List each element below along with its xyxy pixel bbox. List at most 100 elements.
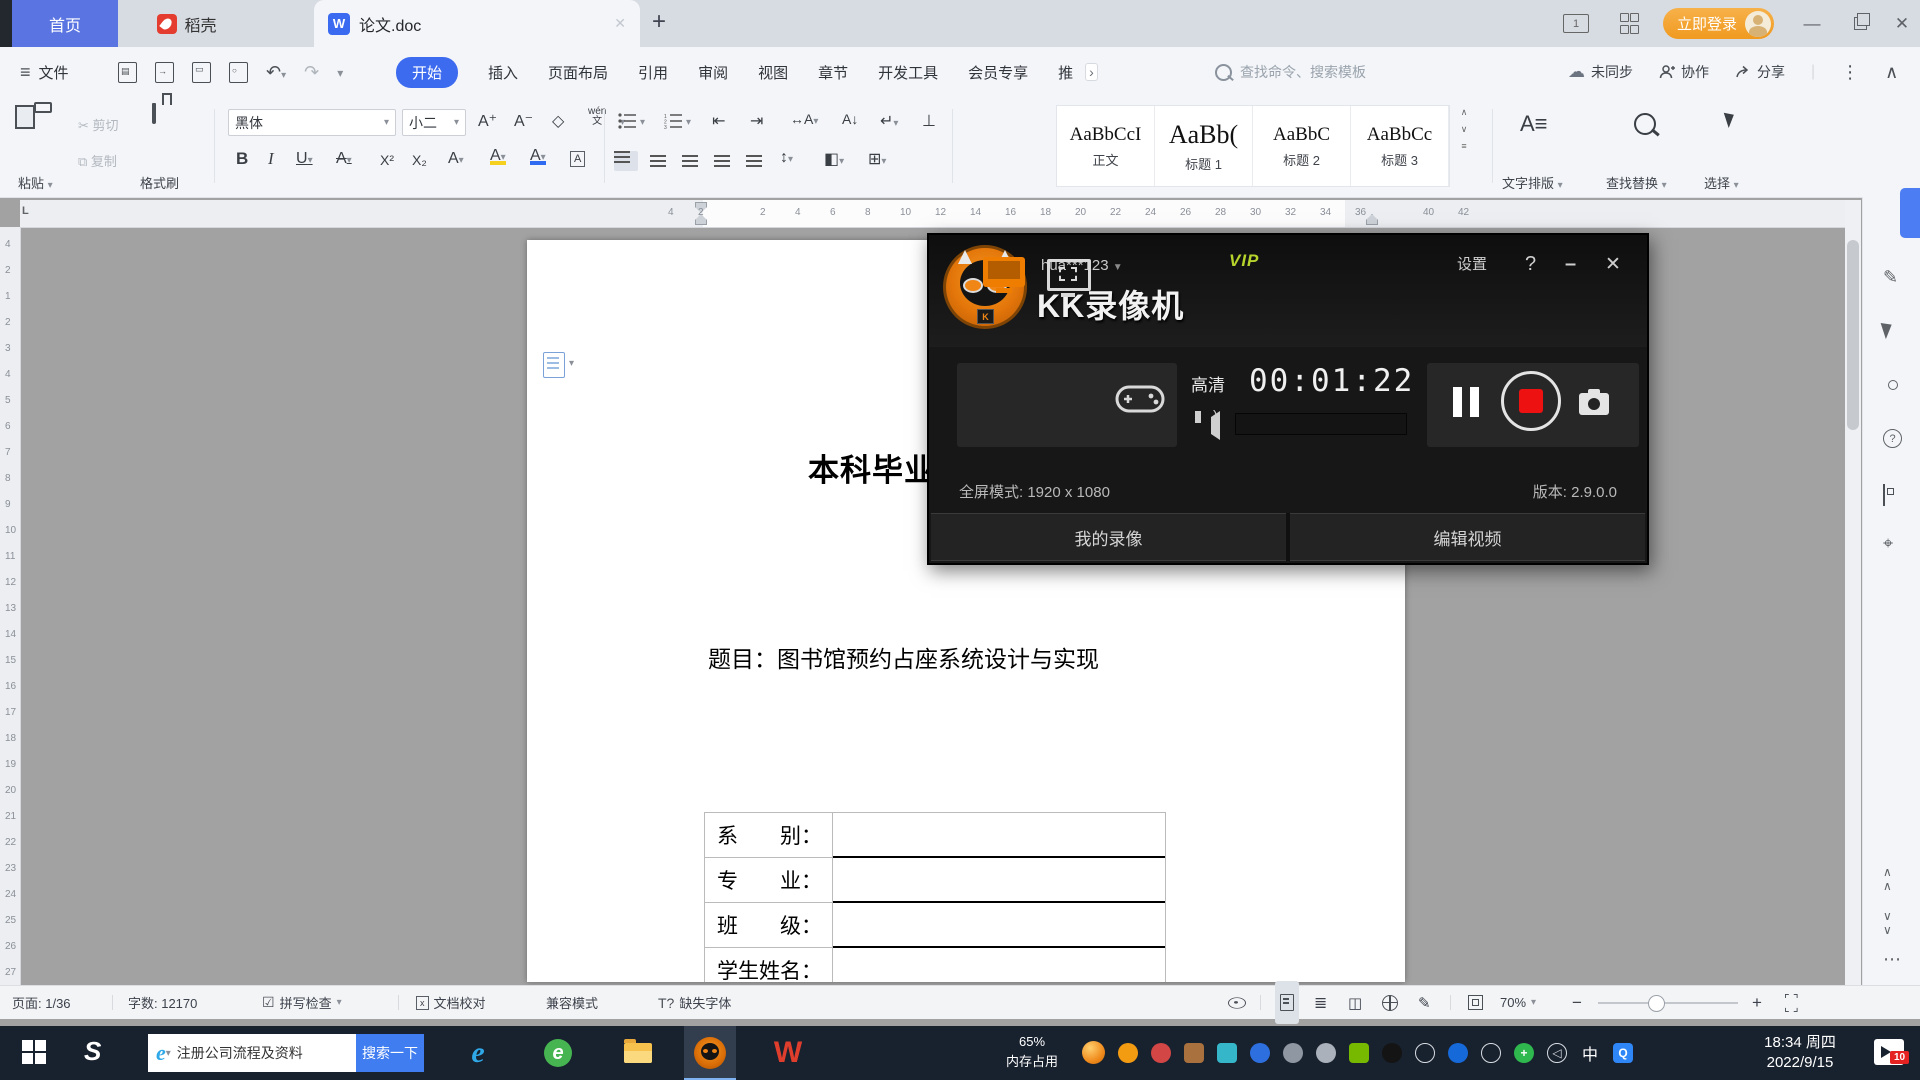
apps-grid-icon[interactable] (1608, 0, 1648, 47)
kebab-menu-icon[interactable]: ⋮ (1841, 62, 1859, 83)
tab-home[interactable]: 首页 (12, 0, 118, 47)
start-button[interactable] (22, 1040, 46, 1064)
tray-speaker-icon[interactable]: ◁ (1547, 1043, 1567, 1063)
form-field[interactable] (833, 858, 1165, 903)
taskbar-kk-recorder[interactable] (684, 1026, 736, 1080)
memory-usage[interactable]: 65%内存占用 (988, 1032, 1076, 1072)
select-label[interactable]: 选择 ▾ (1704, 173, 1739, 192)
share-button[interactable]: 分享 (1735, 62, 1785, 82)
close-button[interactable]: ✕ (1882, 0, 1920, 47)
tray-ime-icon[interactable]: 中 (1580, 1043, 1600, 1063)
style-cell-2[interactable]: AaBbC标题 2 (1253, 106, 1351, 186)
tray-orange-ball-icon[interactable] (1118, 1043, 1138, 1063)
tray-building-app-icon[interactable] (1184, 1043, 1204, 1063)
spell-check-button[interactable]: ☑拼写检查▾ (262, 986, 342, 1019)
scan-view-icon[interactable] (1883, 484, 1885, 506)
align-center-icon[interactable] (650, 155, 666, 167)
tray-battery-icon[interactable] (1415, 1043, 1435, 1063)
italic-icon[interactable]: I (268, 149, 274, 169)
text-layout-label[interactable]: 文字排版 ▾ (1502, 173, 1563, 192)
tab-document[interactable]: W 论文.doc ✕ (314, 0, 640, 47)
menu-tab-9[interactable]: 推 (1058, 62, 1073, 83)
tray-360-safe-icon[interactable]: + (1514, 1043, 1534, 1063)
kk-pause-button[interactable] (1453, 387, 1479, 417)
tray-qq-browser-icon[interactable]: Q (1613, 1043, 1633, 1063)
decrease-indent-icon[interactable]: ⇤ (712, 111, 725, 131)
edit-mode-button[interactable]: ✎ (1418, 986, 1431, 1019)
page-setup-icon[interactable] (543, 352, 565, 378)
taskbar-search-box[interactable]: e ▾ 注册公司流程及资料 搜索一下 (148, 1034, 424, 1072)
kk-minimize-button[interactable]: – (1565, 253, 1576, 276)
taskbar-file-explorer[interactable] (612, 1026, 664, 1080)
select-icon[interactable] (1724, 110, 1738, 128)
menu-tab-6[interactable]: 章节 (818, 62, 848, 83)
taskbar-green-browser[interactable]: e (532, 1026, 584, 1080)
restore-button[interactable] (1840, 0, 1880, 47)
menu-tab-2[interactable]: 页面布局 (548, 62, 608, 83)
form-field[interactable] (833, 948, 1165, 982)
minimize-button[interactable]: — (1792, 0, 1832, 47)
align-left-icon[interactable] (614, 151, 638, 171)
kk-region-mode-icon[interactable] (1047, 259, 1091, 291)
right-indent-marker[interactable] (1366, 214, 1378, 225)
tray-shield-app-icon[interactable] (1250, 1043, 1270, 1063)
menu-tab-3[interactable]: 引用 (638, 62, 668, 83)
tray-camera-app-icon[interactable] (1217, 1043, 1237, 1063)
format-painter-button[interactable] (152, 105, 156, 123)
collapse-ribbon-icon[interactable]: ∧ (1885, 62, 1898, 83)
copy-button[interactable]: ⧉ 复制 (78, 151, 117, 170)
print-preview-icon[interactable] (229, 62, 248, 83)
strikethrough-icon[interactable]: A▾ (336, 150, 352, 168)
font-name-select[interactable]: 黑体▾ (228, 109, 396, 136)
tab-stop-icon[interactable]: ⊥ (922, 111, 936, 131)
window-count-icon[interactable]: 1 (1556, 0, 1596, 47)
cut-button[interactable]: ✂ 剪切 (78, 115, 119, 134)
paste-label[interactable]: 粘贴 ▾ (18, 173, 53, 192)
kk-recorder-window[interactable]: K hua***123 ▼ VIP KK录像机 设置 ? – ✕ 高清 00:0… (927, 233, 1649, 565)
tray-bell-icon[interactable] (1316, 1043, 1336, 1063)
shading-icon[interactable]: ◧▾ (824, 149, 844, 169)
scroll-down-icon[interactable]: ∨∨ (1883, 909, 1892, 937)
menu-tab-5[interactable]: 视图 (758, 62, 788, 83)
notification-icon[interactable]: 10 (1874, 1039, 1904, 1065)
kk-edit-video-button[interactable]: 编辑视频 (1290, 513, 1645, 561)
subscript-icon[interactable]: X₂ (412, 152, 427, 168)
vertical-ruler[interactable]: 4212345678910111213141516171819202122232… (0, 227, 21, 985)
numbered-list-icon[interactable]: 123 (664, 113, 684, 129)
tray-usb-icon[interactable] (1481, 1043, 1501, 1063)
menu-tab-7[interactable]: 开发工具 (878, 62, 938, 83)
borders-icon[interactable]: ⊞▾ (868, 149, 886, 169)
tab-selector-icon[interactable]: L (22, 205, 29, 217)
char-border-icon[interactable]: A (570, 151, 585, 167)
line-spacing-icon[interactable]: ↕▾ (780, 149, 793, 167)
find-replace-label[interactable]: 查找替换 ▾ (1606, 173, 1667, 192)
text-layout-icon[interactable]: A≡ (1520, 111, 1548, 137)
font-color-icon[interactable]: A▾ (530, 147, 546, 165)
more-dots-icon[interactable]: ⋯ (1883, 949, 1901, 970)
taskbar-wps[interactable]: W (762, 1026, 814, 1080)
tab-close-icon[interactable]: ✕ (614, 15, 626, 32)
tray-nvidia-icon[interactable] (1349, 1043, 1369, 1063)
page-setup-caret[interactable]: ▾ (569, 358, 574, 369)
grow-font-icon[interactable]: A⁺ (478, 111, 497, 131)
login-button[interactable]: 立即登录 (1663, 8, 1774, 39)
outline-view-button[interactable]: ≣ (1314, 986, 1327, 1019)
menu-more-chevron[interactable]: › (1085, 63, 1098, 81)
menu-tab-8[interactable]: 会员专享 (968, 62, 1028, 83)
bold-icon[interactable]: B (236, 149, 248, 169)
numbered-list-caret[interactable]: ▾ (686, 117, 691, 128)
kk-help-button[interactable]: ? (1525, 253, 1536, 276)
speedup-ball-icon[interactable] (1082, 1041, 1105, 1064)
form-field[interactable] (833, 813, 1165, 858)
bullet-list-caret[interactable]: ▾ (640, 117, 645, 128)
styles-gallery-more[interactable]: ∧∨≡ (1454, 107, 1474, 151)
fit-page-button[interactable] (1468, 986, 1483, 1019)
more-commands-icon[interactable]: ▾ (337, 66, 343, 80)
tray-bluetooth-icon[interactable] (1448, 1043, 1468, 1063)
kk-close-button[interactable]: ✕ (1605, 253, 1621, 276)
underline-icon[interactable]: U▾ (296, 150, 313, 168)
search-go-button[interactable]: 搜索一下 (356, 1034, 424, 1072)
kk-screenshot-button[interactable] (1579, 393, 1609, 415)
align-right-icon[interactable] (682, 155, 698, 167)
collaborate-button[interactable]: 协作 (1659, 62, 1709, 82)
